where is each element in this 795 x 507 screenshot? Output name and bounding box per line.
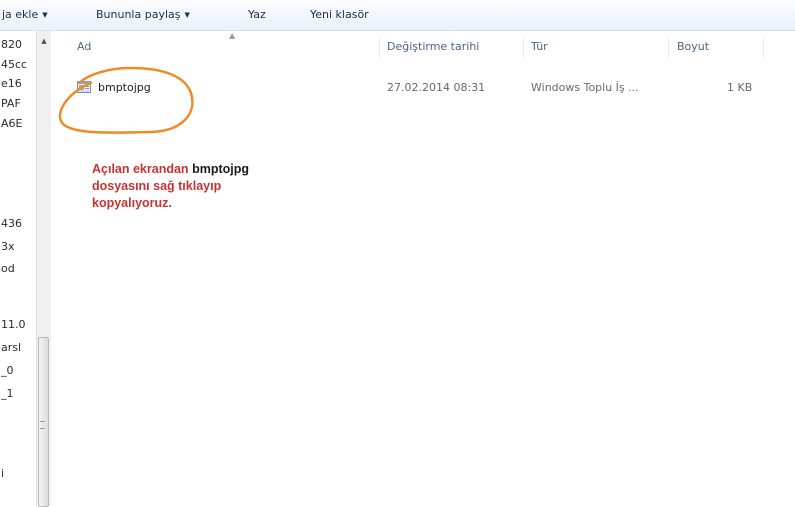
nav-item[interactable]: 436 — [1, 217, 35, 230]
batch-file-icon — [77, 81, 91, 93]
annotation-line-2: dosyasını sağ tıklayıp — [92, 179, 222, 193]
nav-item[interactable]: A6E — [1, 117, 35, 130]
nav-item[interactable]: PAF — [1, 97, 35, 110]
grip-icon — [40, 421, 45, 429]
column-header-name[interactable]: Ad — [77, 40, 91, 53]
command-toolbar: ja ekle ▼ Bununla paylaş ▼ Yaz Yeni klasör — [0, 0, 795, 31]
share-with-label: Bununla paylaş — [96, 8, 181, 21]
chevron-down-icon: ▼ — [42, 11, 48, 19]
file-row[interactable]: bmptojpg 27.02.2014 08:31 Windows Toplu … — [69, 78, 769, 98]
nav-item[interactable]: arsl — [1, 341, 35, 354]
annotation-circle — [58, 66, 194, 134]
nav-item[interactable]: e16 — [1, 77, 35, 90]
burn-button[interactable]: Yaz — [248, 8, 266, 21]
nav-item[interactable]: 820 — [1, 38, 35, 51]
nav-scrollbar[interactable]: ▲ — [36, 31, 51, 507]
new-folder-button[interactable]: Yeni klasör — [310, 8, 369, 21]
sort-ascending-icon: ▲ — [229, 31, 236, 40]
column-header-size[interactable]: Boyut — [677, 40, 709, 53]
nav-item[interactable]: od — [1, 262, 35, 275]
scroll-up-icon[interactable]: ▲ — [37, 37, 51, 45]
share-with-button[interactable]: Bununla paylaş ▼ — [96, 8, 190, 21]
column-header-date[interactable]: Değiştirme tarihi — [387, 40, 479, 53]
annotation-highlight: bmptojpg — [192, 162, 249, 176]
annotation-text: Açılan ekrandan bmptojpg dosyasını sağ t… — [92, 161, 342, 212]
nav-item[interactable]: i — [1, 467, 35, 480]
file-date: 27.02.2014 08:31 — [387, 81, 486, 94]
column-divider[interactable] — [668, 37, 669, 59]
navigation-pane: 820 45cc e16 PAF A6E 436 3x od 11.0 arsl… — [0, 31, 36, 506]
nav-item[interactable]: 45cc — [1, 58, 35, 71]
nav-item[interactable]: _1 — [1, 387, 35, 400]
file-name: bmptojpg — [98, 81, 151, 94]
nav-item[interactable]: _0 — [1, 364, 35, 377]
new-folder-label: Yeni klasör — [310, 8, 369, 21]
annotation-line-1: Açılan ekrandan bmptojpg — [92, 161, 342, 178]
column-divider[interactable] — [763, 37, 764, 59]
burn-label: Yaz — [248, 8, 266, 21]
file-type: Windows Toplu İş ... — [531, 81, 639, 94]
annotation-line-3: kopyalıyoruz. — [92, 196, 172, 210]
column-header-type[interactable]: Tür — [531, 40, 548, 53]
chevron-down-icon: ▼ — [184, 11, 190, 19]
column-divider[interactable] — [523, 37, 524, 59]
column-divider[interactable] — [379, 37, 380, 59]
nav-item[interactable]: 3x — [1, 240, 35, 253]
annotation-part1: Açılan ekrandan — [92, 162, 189, 176]
file-list-pane: ▲ Ad Değiştirme tarihi Tür Boyut bmptojp… — [51, 31, 795, 506]
add-to-library-label: ja ekle — [2, 8, 39, 21]
nav-item[interactable]: 11.0 — [1, 318, 35, 331]
add-to-library-button[interactable]: ja ekle ▼ — [2, 8, 48, 21]
file-size: 1 KB — [727, 81, 753, 94]
